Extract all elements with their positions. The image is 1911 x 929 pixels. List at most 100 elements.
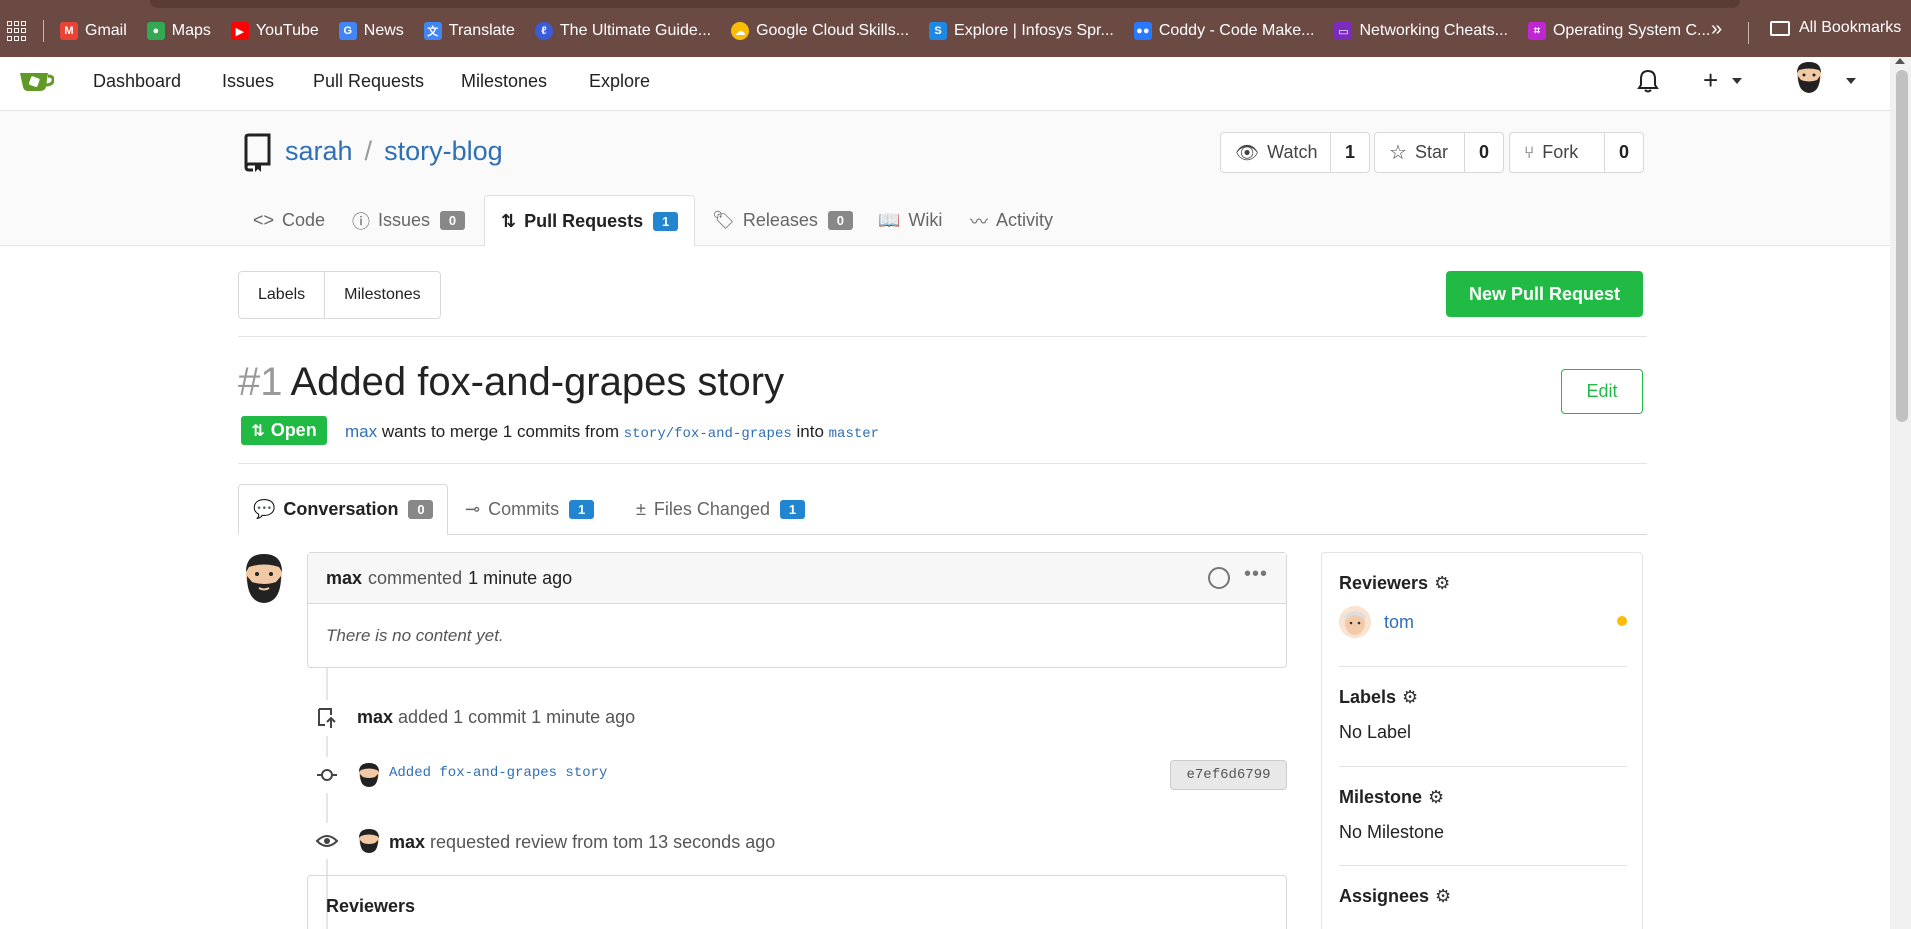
translate-icon: 文: [423, 22, 442, 40]
pull-request-icon: ⇅: [501, 210, 517, 231]
bookmark-translate[interactable]: 文 Translate: [423, 22, 515, 40]
star-button[interactable]: ☆ Star: [1375, 133, 1465, 172]
eye-icon: 👁: [1235, 142, 1260, 164]
fork-count[interactable]: 0: [1605, 133, 1643, 172]
sidebar-milestone: Milestone ⚙ No Milestone: [1339, 787, 1627, 843]
star-count[interactable]: 0: [1465, 133, 1503, 172]
reviewers-gear-icon[interactable]: ⚙: [1434, 573, 1450, 594]
pr-title: #1 Added fox-and-grapes story: [238, 360, 784, 405]
more-bookmarks-icon[interactable]: »: [1711, 18, 1722, 41]
bookmark-infosys[interactable]: S Explore | Infosys Spr...: [929, 22, 1114, 40]
tabs-baseline: [448, 534, 1647, 535]
fork-icon: ⑂: [1524, 142, 1535, 162]
watch-button[interactable]: 👁 Watch: [1221, 133, 1331, 172]
releases-count-badge: 0: [827, 211, 853, 230]
commit-event-author[interactable]: max: [357, 707, 393, 727]
comment-time[interactable]: 1 minute ago: [468, 568, 572, 589]
repo-name-link[interactable]: story-blog: [384, 136, 503, 166]
nav-milestones[interactable]: Milestones: [461, 71, 547, 92]
nav-issues[interactable]: Issues: [222, 71, 274, 92]
scrollbar-thumb[interactable]: [1896, 70, 1908, 422]
tag-icon: 🏷: [712, 210, 735, 230]
watch-count[interactable]: 1: [1331, 133, 1369, 172]
user-menu-chevron-icon[interactable]: [1846, 78, 1856, 84]
nav-explore[interactable]: Explore: [589, 71, 650, 92]
edit-title-button[interactable]: Edit: [1561, 369, 1643, 414]
reviewers-panel: Reviewers: [307, 875, 1287, 929]
bookmark-youtube[interactable]: ▶ YouTube: [230, 22, 319, 40]
bookmark-ultimate-guide[interactable]: ℓ The Ultimate Guide...: [534, 22, 711, 40]
sidebar-divider: [1339, 865, 1627, 866]
breadcrumb-separator: /: [364, 136, 373, 166]
fork-button-group: ⑂ Fork 0: [1509, 132, 1644, 173]
book-icon: 📖: [878, 210, 901, 230]
apps-grid-icon[interactable]: [7, 21, 27, 41]
user-avatar[interactable]: [1794, 61, 1824, 95]
tab-wiki[interactable]: 📖 Wiki: [878, 195, 942, 246]
watch-button-group: 👁 Watch 1: [1220, 132, 1370, 173]
bookmark-coddy[interactable]: ●● Coddy - Code Make...: [1133, 22, 1314, 40]
scroll-up-arrow-icon[interactable]: [1895, 58, 1905, 64]
all-bookmarks-button[interactable]: All Bookmarks: [1770, 19, 1901, 37]
pull-request-icon: ⇅: [251, 422, 265, 440]
star-icon: ☆: [1389, 142, 1407, 164]
review-requester-avatar[interactable]: [357, 828, 381, 854]
milestone-gear-icon[interactable]: ⚙: [1428, 787, 1444, 808]
bookmark-google-cloud[interactable]: ☁ Google Cloud Skills...: [731, 22, 909, 40]
diff-icon: ±: [636, 499, 646, 519]
pr-merge-summary: max wants to merge 1 commits from story/…: [345, 422, 880, 442]
assignees-gear-icon[interactable]: ⚙: [1435, 886, 1451, 907]
notifications-bell-icon[interactable]: [1637, 68, 1659, 94]
create-menu-chevron-icon[interactable]: [1732, 78, 1742, 84]
files-count-badge: 1: [779, 500, 805, 519]
bookmark-networking[interactable]: ▭ Networking Cheats...: [1334, 22, 1508, 40]
bookmark-operating-system[interactable]: ⌗ Operating System C...: [1527, 22, 1710, 40]
bookmark-gmail[interactable]: M Gmail: [60, 22, 127, 40]
pr-status-badge: ⇅ Open: [241, 416, 327, 445]
nav-dashboard[interactable]: Dashboard: [93, 71, 181, 92]
commit-author-avatar[interactable]: [357, 762, 381, 788]
pulse-icon: 〰: [970, 211, 988, 232]
star-button-group: ☆ Star 0: [1374, 132, 1504, 173]
labels-filter-button[interactable]: Labels: [239, 272, 324, 318]
bookmark-maps[interactable]: ● Maps: [146, 22, 211, 40]
reviewer-name-link[interactable]: tom: [1384, 612, 1414, 633]
base-branch-link[interactable]: master: [829, 426, 879, 442]
head-branch-link[interactable]: story/fox-and-grapes: [624, 426, 792, 442]
pr-author-link[interactable]: max: [345, 422, 377, 441]
pr-tab-conversation[interactable]: 💬 Conversation 0: [238, 484, 448, 535]
gitea-logo-icon[interactable]: [18, 69, 54, 93]
news-icon: G: [338, 22, 357, 40]
review-requester[interactable]: max: [389, 832, 425, 852]
fork-button[interactable]: ⑂ Fork: [1510, 133, 1605, 172]
review-request-eye-icon: [309, 823, 345, 859]
repo-owner-link[interactable]: sarah: [285, 136, 353, 166]
new-pull-request-button[interactable]: New Pull Request: [1446, 271, 1643, 317]
reaction-smiley-icon[interactable]: [1208, 567, 1230, 589]
bookmark-news[interactable]: G News: [338, 22, 404, 40]
repo-tabs: <> Code ⓘ Issues 0 ⇅ Pull Requests 1 🏷 Release…: [0, 195, 1890, 247]
reviewer-avatar[interactable]: [1339, 606, 1371, 638]
tab-releases[interactable]: 🏷 Releases 0: [712, 195, 853, 246]
tab-issues[interactable]: ⓘ Issues 0: [352, 195, 466, 246]
top-navbar: Dashboard Issues Pull Requests Milestone…: [0, 57, 1890, 111]
commit-sha-button[interactable]: e7ef6d6799: [1170, 760, 1287, 790]
infosys-icon: S: [929, 22, 948, 40]
milestones-filter-button[interactable]: Milestones: [324, 272, 439, 318]
gmail-icon: M: [60, 22, 78, 40]
tab-code[interactable]: <> Code: [253, 195, 325, 246]
bookmarks-divider-right: [1748, 22, 1749, 44]
create-new-plus-icon[interactable]: +: [1703, 65, 1718, 96]
pr-tab-files-changed[interactable]: ± Files Changed 1: [636, 484, 805, 535]
tab-pull-requests[interactable]: ⇅ Pull Requests 1: [484, 195, 696, 247]
commit-message-link[interactable]: Added fox-and-grapes story: [389, 765, 607, 781]
labels-value: No Label: [1339, 722, 1412, 742]
comment-author-avatar[interactable]: [242, 552, 286, 604]
tab-activity[interactable]: 〰 Activity: [970, 195, 1053, 246]
comment-author[interactable]: max: [326, 568, 362, 589]
commits-count-badge: 1: [569, 500, 595, 519]
nav-pull-requests[interactable]: Pull Requests: [313, 71, 424, 92]
pr-tab-commits[interactable]: ⊸ Commits 1: [465, 484, 595, 535]
more-options-icon[interactable]: •••: [1244, 563, 1268, 586]
labels-gear-icon[interactable]: ⚙: [1402, 687, 1418, 708]
